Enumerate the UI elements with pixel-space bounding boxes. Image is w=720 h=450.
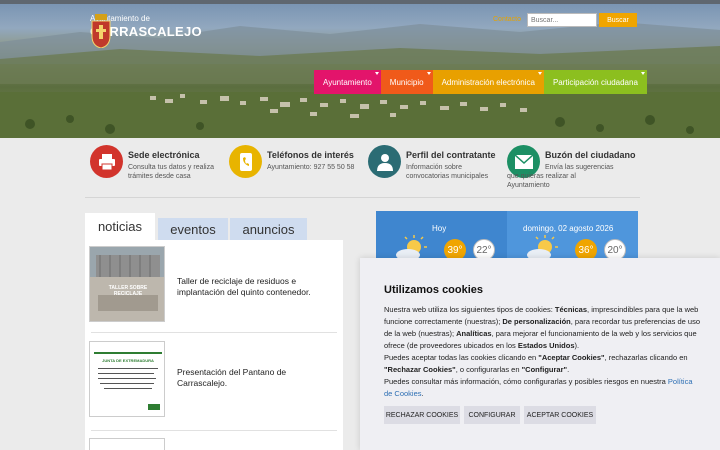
cookie-title: Utilizamos cookies [384,284,484,296]
weather-forecast: domingo, 02 agosto 2026 36° 20° [507,211,638,261]
site-logo[interactable]: Ayuntamiento de CARRASCALEJO [90,14,202,48]
news-title[interactable]: Taller de reciclaje de residuos e implan… [177,276,327,298]
nav-item-ayuntamiento[interactable]: Ayuntamiento [314,70,381,94]
search-button[interactable]: Buscar [599,13,637,27]
news-item[interactable]: JUNTA DE EXTREMADURA Presentación del Pa… [85,337,343,429]
tab-eventos[interactable]: eventos [158,218,228,240]
quick-link-desc: Información sobre convocatorias municipa… [406,164,489,180]
nav-item-participacion-ciudadana[interactable]: Participación ciudadana [543,70,647,94]
nav-item-administracion-electronica[interactable]: Administración electrónica [432,70,544,94]
dropdown-arrow-icon [426,72,431,75]
quick-link-desc: Envía las sugerencias que quieras realiz… [507,164,614,189]
section-divider [85,197,640,198]
news-panel: TALLER SOBRE RECICLAJE Taller de recicla… [85,240,343,450]
printer-icon [90,145,123,178]
quick-link-title: Perfil del contratante [406,150,496,160]
user-icon [368,145,401,178]
news-thumbnail[interactable] [89,438,165,450]
quick-link-sede-electronica[interactable]: Sede electrónica Consulta tus datos y re… [90,145,225,195]
configure-cookies-button[interactable]: CONFIGURAR [464,406,520,424]
quick-link-perfil-contratante[interactable]: Perfil del contratante Información sobre… [368,145,503,195]
cookie-paragraph: Puedes consultar más información, cómo c… [384,377,693,398]
weather-today-label: Hoy [432,224,447,233]
cookie-banner: Utilizamos cookies Nuestra web utiliza l… [360,258,720,450]
hero-banner: Ayuntamiento de CARRASCALEJO Contacto Bu… [0,4,720,138]
search-input[interactable] [527,13,597,27]
cookie-paragraph: Nuestra web utiliza los siguientes tipos… [384,305,700,350]
news-item[interactable]: TALLER SOBRE RECICLAJE Taller de recicla… [85,240,343,332]
quick-link-title: Teléfonos de interés [267,150,354,160]
main-navigation: Ayuntamiento Municipio Administración el… [314,70,647,94]
cookie-paragraph: Puedes aceptar todas las cookies clicand… [384,353,688,374]
news-thumbnail-caption: JUNTA DE EXTREMADURA [102,358,154,363]
quick-link-title: Sede electrónica [128,150,200,160]
reject-cookies-button[interactable]: RECHAZAR COOKIES [384,406,460,424]
quick-link-buzon-ciudadano[interactable]: Buzón del ciudadano Envía las sugerencia… [507,145,642,195]
news-title[interactable]: Presentación del Pantano de Carrascalejo… [177,367,327,389]
tab-anuncios[interactable]: anuncios [230,218,307,240]
coat-of-arms-icon [91,14,111,48]
quick-link-desc: Consulta tus datos y realiza trámites de… [128,164,214,180]
news-thumbnail[interactable]: TALLER SOBRE RECICLAJE [89,246,165,322]
dropdown-arrow-icon [537,72,542,75]
nav-item-municipio[interactable]: Municipio [380,70,433,94]
phone-icon [229,145,262,178]
news-thumbnail-caption: TALLER SOBRE RECICLAJE [108,285,148,297]
news-separator [91,332,337,333]
accept-cookies-button[interactable]: ACEPTAR COOKIES [524,406,596,424]
contact-link[interactable]: Contacto [493,16,521,23]
dropdown-arrow-icon [374,72,379,75]
quick-link-desc: Ayuntamiento: 927 55 50 58 [267,164,355,171]
news-thumbnail[interactable]: JUNTA DE EXTREMADURA [89,341,165,417]
news-separator [91,430,337,431]
weather-widget: Hoy 39° 22° domingo, 02 agosto 2026 36° … [376,211,638,261]
cookie-text: Nuestra web utiliza los siguientes tipos… [384,304,702,400]
dropdown-arrow-icon [640,72,645,75]
quick-link-telefonos[interactable]: Teléfonos de interés Ayuntamiento: 927 5… [229,145,364,195]
forecast-date-label: domingo, 02 agosto 2026 [523,224,614,233]
quick-link-title: Buzón del ciudadano [545,150,636,160]
tab-noticias[interactable]: noticias [85,213,155,240]
